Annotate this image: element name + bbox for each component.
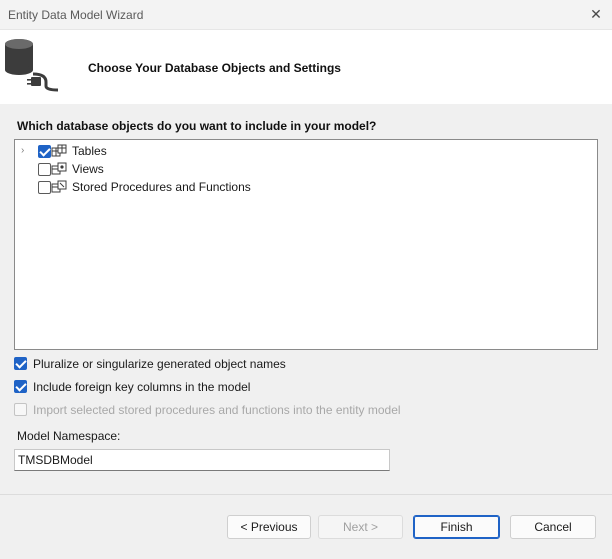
pluralize-checkbox[interactable] [14, 357, 27, 370]
cancel-button[interactable]: Cancel [510, 515, 596, 539]
page-title: Choose Your Database Objects and Setting… [88, 61, 341, 75]
foreign-key-checkbox[interactable] [14, 380, 27, 393]
tree-item-label: Stored Procedures and Functions [72, 180, 251, 194]
title-bar: Entity Data Model Wizard ✕ [0, 0, 612, 30]
tables-checkbox[interactable] [38, 145, 51, 158]
database-connector-icon [5, 39, 59, 92]
next-button: Next > [318, 515, 403, 539]
footer-divider [0, 494, 612, 495]
tree-item-stored-procedures[interactable]: Stored Procedures and Functions [15, 178, 597, 196]
window-title: Entity Data Model Wizard [8, 8, 144, 22]
foreign-key-label: Include foreign key columns in the model [33, 380, 251, 394]
database-objects-tree[interactable]: › Tables Views Stored Procedures and Fun… [14, 139, 598, 350]
pluralize-option[interactable]: Pluralize or singularize generated objec… [14, 355, 514, 373]
wizard-header: Choose Your Database Objects and Setting… [0, 30, 612, 104]
stored-procedures-checkbox[interactable] [38, 181, 51, 194]
previous-button[interactable]: < Previous [227, 515, 311, 539]
import-procedures-option: Import selected stored procedures and fu… [14, 401, 514, 419]
import-procedures-label: Import selected stored procedures and fu… [33, 403, 401, 417]
views-icon [51, 162, 67, 175]
tree-item-label: Views [72, 162, 104, 176]
chevron-right-icon[interactable]: › [21, 145, 31, 157]
close-icon[interactable]: ✕ [586, 4, 606, 24]
tables-icon [51, 144, 67, 157]
pluralize-label: Pluralize or singularize generated objec… [33, 357, 286, 371]
import-procedures-checkbox [14, 403, 27, 416]
namespace-label: Model Namespace: [17, 429, 121, 443]
tree-item-tables[interactable]: › Tables [15, 142, 597, 160]
namespace-input[interactable] [14, 449, 390, 471]
finish-button[interactable]: Finish [413, 515, 500, 539]
objects-question: Which database objects do you want to in… [17, 119, 377, 133]
stored-procedures-icon [51, 180, 67, 193]
tree-item-label: Tables [72, 144, 107, 158]
views-checkbox[interactable] [38, 163, 51, 176]
tree-item-views[interactable]: Views [15, 160, 597, 178]
foreign-key-option[interactable]: Include foreign key columns in the model [14, 378, 514, 396]
